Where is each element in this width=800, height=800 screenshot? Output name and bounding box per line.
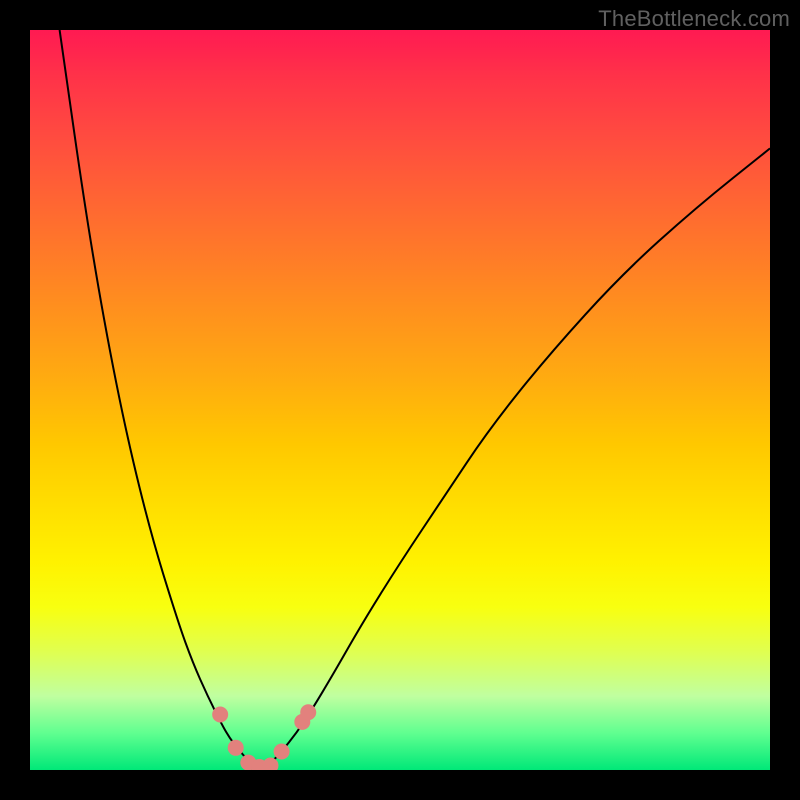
curve-right-branch [259,148,770,768]
watermark-text: TheBottleneck.com [598,6,790,32]
data-marker [300,704,316,720]
data-marker [263,758,279,770]
data-marker [212,707,228,723]
data-marker [274,744,290,760]
marker-group [212,704,316,770]
data-marker [228,740,244,756]
plot-area [30,30,770,770]
curve-left-branch [60,30,260,769]
curve-svg [30,30,770,770]
